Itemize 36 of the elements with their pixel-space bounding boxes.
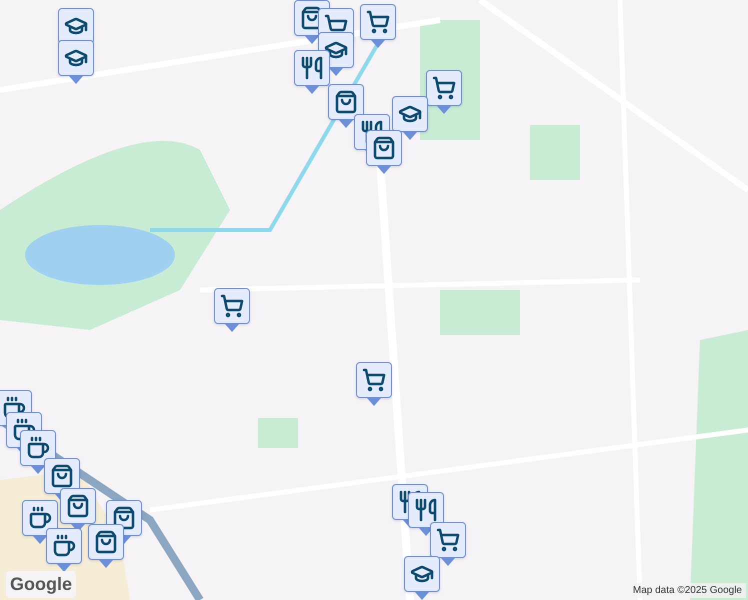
map-marker[interactable]	[430, 522, 466, 566]
map-marker[interactable]	[356, 362, 392, 406]
map-marker[interactable]	[20, 430, 56, 474]
shopping-cart-icon	[220, 294, 244, 318]
map-marker[interactable]	[58, 40, 94, 84]
map-marker[interactable]	[214, 288, 250, 332]
map-marker[interactable]	[88, 524, 124, 568]
shopping-bag-icon	[372, 136, 396, 160]
map-marker[interactable]	[328, 84, 364, 128]
map-marker[interactable]	[404, 556, 440, 600]
coffee-cup-icon	[28, 506, 52, 530]
shopping-bag-icon	[50, 464, 74, 488]
coffee-cup-icon	[2, 396, 26, 420]
shopping-bag-icon	[66, 494, 90, 518]
google-logo: Google	[6, 571, 76, 598]
shopping-cart-icon	[362, 368, 386, 392]
shopping-cart-icon	[432, 76, 456, 100]
fork-knife-icon	[300, 56, 324, 80]
map-marker[interactable]	[22, 500, 58, 544]
fork-knife-icon	[414, 498, 438, 522]
map-marker[interactable]	[392, 96, 428, 140]
map-marker[interactable]	[294, 50, 330, 94]
coffee-cup-icon	[26, 436, 50, 460]
map-marker[interactable]	[426, 70, 462, 114]
map-marker[interactable]	[44, 458, 80, 502]
shopping-cart-icon	[436, 528, 460, 552]
fork-knife-icon	[398, 490, 422, 514]
shopping-bag-icon	[112, 506, 136, 530]
coffee-cup-icon	[52, 534, 76, 558]
map-marker[interactable]	[360, 4, 396, 48]
shopping-bag-icon	[334, 90, 358, 114]
map-marker[interactable]	[366, 130, 402, 174]
shopping-cart-icon	[366, 10, 390, 34]
map-marker[interactable]	[46, 528, 82, 572]
shopping-bag-icon	[94, 530, 118, 554]
map-marker[interactable]	[408, 492, 444, 536]
